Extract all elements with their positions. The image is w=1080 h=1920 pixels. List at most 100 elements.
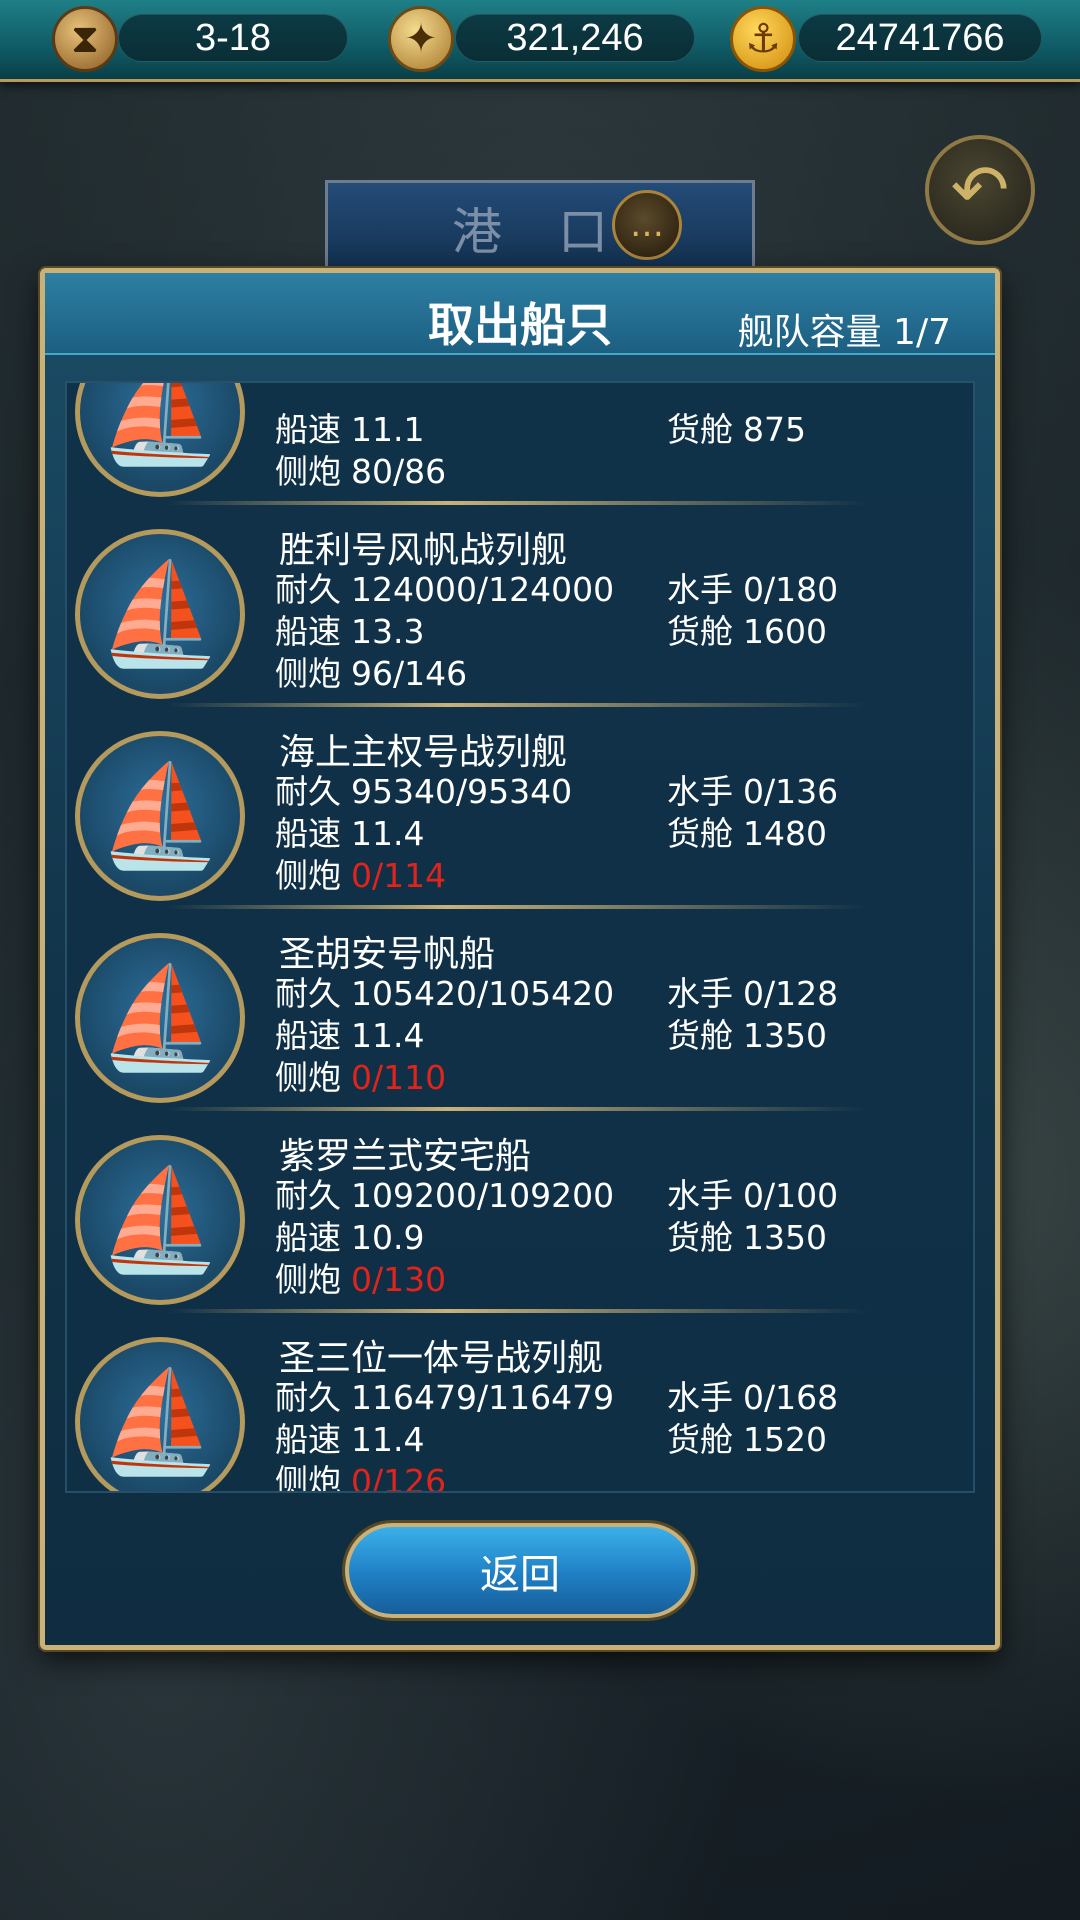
stat-label: 货舱 [667, 612, 733, 651]
date-value: 3-18 [194, 16, 272, 59]
ship-row[interactable]: ⛵ 船速 11.1 货舱 875 侧炮 80/86 [67, 383, 973, 505]
stat-value: 109200/109200 [351, 1176, 615, 1215]
stat-value: 11.1 [351, 410, 425, 449]
ship-row[interactable]: ⛵ 圣胡安号帆船 耐久 105420/105420 水手 0/128 船速 11.4 货舱 135… [67, 909, 973, 1111]
ship-stat-cargo: 货舱 875 [667, 403, 806, 451]
stat-label: 侧炮 [275, 452, 341, 491]
stat-label: 水手 [667, 1378, 733, 1417]
ship-stat-sailors: 水手 0/168 [667, 1371, 838, 1419]
stat-label: 船速 [275, 1420, 341, 1459]
stat-label: 货舱 [667, 410, 733, 449]
stat-value: 0/168 [743, 1378, 839, 1417]
stat-label: 耐久 [275, 570, 341, 609]
ship-row[interactable]: ⛵ 胜利号风帆战列舰 耐久 124000/124000 水手 0/180 船速 13.3 货舱 1… [67, 505, 973, 707]
chat-icon: … [630, 205, 664, 245]
dialog-header: 取出船只 舰队容量 1/7 [45, 273, 995, 355]
withdraw-ship-dialog: 取出船只 舰队容量 1/7 ⛵ 船速 11.1 货舱 875 侧炮 80/86 ⛵ 胜利号风帆战… [40, 268, 1000, 1650]
ship-stat-speed: 船速 11.4 [275, 807, 424, 855]
stat-value: 80/86 [351, 452, 447, 491]
ship-row[interactable]: ⛵ 紫罗兰式安宅船 耐久 109200/109200 水手 0/100 船速 10.9 货舱 13… [67, 1111, 973, 1313]
ship-stat-speed: 船速 11.1 [275, 403, 424, 451]
ship-stat-cannons: 侧炮 80/86 [275, 445, 446, 493]
stat-value: 0/128 [743, 974, 839, 1013]
ship-stat-durability: 耐久 105420/105420 [275, 967, 614, 1015]
stat-label: 船速 [275, 612, 341, 651]
stat-value: 11.4 [351, 1420, 425, 1459]
stat-label: 耐久 [275, 772, 341, 811]
chat-button[interactable]: … [612, 190, 682, 260]
stat-label: 侧炮 [275, 1260, 341, 1299]
stat-value: 1480 [743, 814, 827, 853]
ship-stat-speed: 船速 11.4 [275, 1009, 424, 1057]
stat-value: 96/146 [351, 654, 468, 693]
ship-stat-durability: 耐久 109200/109200 [275, 1169, 614, 1217]
ship-stat-durability: 耐久 124000/124000 [275, 563, 614, 611]
hourglass-icon: ⧗ [52, 6, 118, 72]
anchor-coin-icon: ⚓ [730, 6, 796, 72]
ship-stat-cannons: 侧炮 0/126 [275, 1455, 446, 1493]
port-title: 港 口 [452, 202, 628, 261]
back-arrow-button[interactable]: ↶ [925, 135, 1035, 245]
ship-stat-durability: 耐久 95340/95340 [275, 765, 572, 813]
ship-stat-cargo: 货舱 1480 [667, 807, 827, 855]
undo-arrow-icon: ↶ [950, 149, 1010, 231]
ship-stat-sailors: 水手 0/128 [667, 967, 838, 1015]
ship-stat-speed: 船速 11.4 [275, 1413, 424, 1461]
resource-bar: 3-18 ⧗ 321,246 ✦ 24741766 ⚓ [0, 0, 1080, 82]
ship-row[interactable]: ⛵ 圣三位一体号战列舰 耐久 116479/116479 水手 0/168 船速 11.4 货舱… [67, 1313, 973, 1493]
ship-image: ⛵ [75, 1337, 245, 1491]
stat-label: 侧炮 [275, 1058, 341, 1097]
ship-list[interactable]: ⛵ 船速 11.1 货舱 875 侧炮 80/86 ⛵ 胜利号风帆战列舰 耐久 124000/124… [65, 381, 975, 1493]
stat-value: 10.9 [351, 1218, 425, 1257]
stat-value: 0/136 [743, 772, 839, 811]
stat-label: 侧炮 [275, 1462, 341, 1493]
ship-image: ⛵ [75, 383, 245, 497]
ship-image: ⛵ [75, 933, 245, 1103]
stat-value: 105420/105420 [351, 974, 615, 1013]
stat-value: 124000/124000 [351, 570, 615, 609]
stat-label: 水手 [667, 974, 733, 1013]
stat-value: 0/114 [351, 856, 447, 895]
stat-label: 侧炮 [275, 654, 341, 693]
stat-value: 1350 [743, 1016, 827, 1055]
gold-resource: 24741766 [798, 14, 1042, 62]
stat-value: 1600 [743, 612, 827, 651]
stat-label: 耐久 [275, 1378, 341, 1417]
gold-value: 24741766 [835, 16, 1005, 59]
stat-label: 货舱 [667, 1218, 733, 1257]
compass-value: 321,246 [506, 16, 644, 59]
return-button-label: 返回 [480, 1551, 560, 1598]
ship-stat-sailors: 水手 0/136 [667, 765, 838, 813]
stat-value: 1350 [743, 1218, 827, 1257]
stat-label: 货舱 [667, 1016, 733, 1055]
stat-label: 船速 [275, 1218, 341, 1257]
ship-stat-cannons: 侧炮 0/110 [275, 1051, 446, 1099]
compass-icon: ✦ [388, 6, 454, 72]
stat-value: 11.4 [351, 814, 425, 853]
fleet-capacity: 舰队容量 1/7 [737, 312, 951, 353]
stat-value: 116479/116479 [351, 1378, 615, 1417]
ship-stat-sailors: 水手 0/100 [667, 1169, 838, 1217]
ship-stat-durability: 耐久 116479/116479 [275, 1371, 614, 1419]
stat-label: 船速 [275, 814, 341, 853]
stat-value: 0/130 [351, 1260, 447, 1299]
stat-value: 11.4 [351, 1016, 425, 1055]
stat-value: 875 [743, 410, 806, 449]
ship-image: ⛵ [75, 529, 245, 699]
return-button[interactable]: 返回 [345, 1523, 695, 1618]
stat-label: 货舱 [667, 1420, 733, 1459]
ship-stat-speed: 船速 13.3 [275, 605, 424, 653]
stat-value: 95340/95340 [351, 772, 573, 811]
ship-row[interactable]: ⛵ 海上主权号战列舰 耐久 95340/95340 水手 0/136 船速 11.4 货舱 148… [67, 707, 973, 909]
date-display: 3-18 [118, 14, 348, 62]
ship-stat-cannons: 侧炮 96/146 [275, 647, 467, 695]
stat-label: 水手 [667, 772, 733, 811]
stat-value: 0/110 [351, 1058, 447, 1097]
ship-stat-speed: 船速 10.9 [275, 1211, 424, 1259]
compass-resource: 321,246 [455, 14, 695, 62]
ship-stat-cargo: 货舱 1350 [667, 1211, 827, 1259]
stat-value: 0/180 [743, 570, 839, 609]
stat-label: 货舱 [667, 814, 733, 853]
stat-value: 13.3 [351, 612, 425, 651]
ship-stat-sailors: 水手 0/180 [667, 563, 838, 611]
